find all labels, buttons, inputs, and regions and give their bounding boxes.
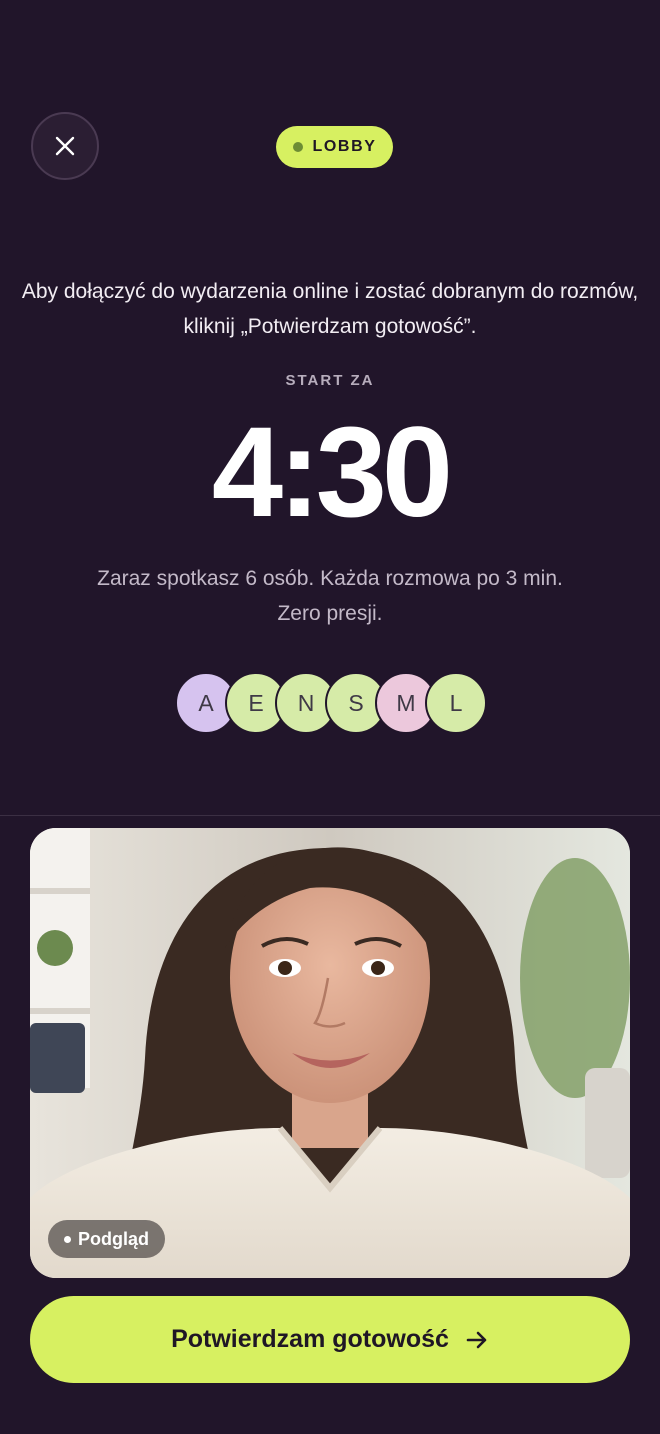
- camera-preview: Podgląd: [30, 828, 630, 1278]
- intro-text: Aby dołączyć do wydarzenia online i zost…: [21, 280, 639, 338]
- camera-preview-image: [30, 828, 630, 1278]
- participant-avatars: AENSML: [175, 672, 487, 734]
- countdown-timer: 4:30: [211, 401, 453, 544]
- close-icon: [55, 136, 75, 156]
- participant-avatar: L: [425, 672, 487, 734]
- arrow-right-icon: [466, 1331, 487, 1348]
- section-divider: [0, 815, 660, 816]
- preview-badge: Podgląd: [48, 1220, 165, 1258]
- preview-dot-icon: [64, 1235, 71, 1243]
- preview-badge-label: Podgląd: [78, 1228, 149, 1249]
- confirm-ready-label: Potwierdzam gotowość: [171, 1325, 449, 1353]
- close-button[interactable]: [31, 112, 99, 180]
- lobby-badge-label: LOBBY: [312, 138, 377, 155]
- status-dot-icon: [292, 142, 303, 152]
- confirm-ready-button[interactable]: Potwierdzam gotowość: [30, 1296, 630, 1383]
- session-description: Zaraz spotkasz 6 osób. Każda rozmowa po …: [97, 567, 563, 625]
- countdown-label: START ZA: [285, 372, 375, 389]
- lobby-status-badge: LOBBY: [276, 126, 393, 168]
